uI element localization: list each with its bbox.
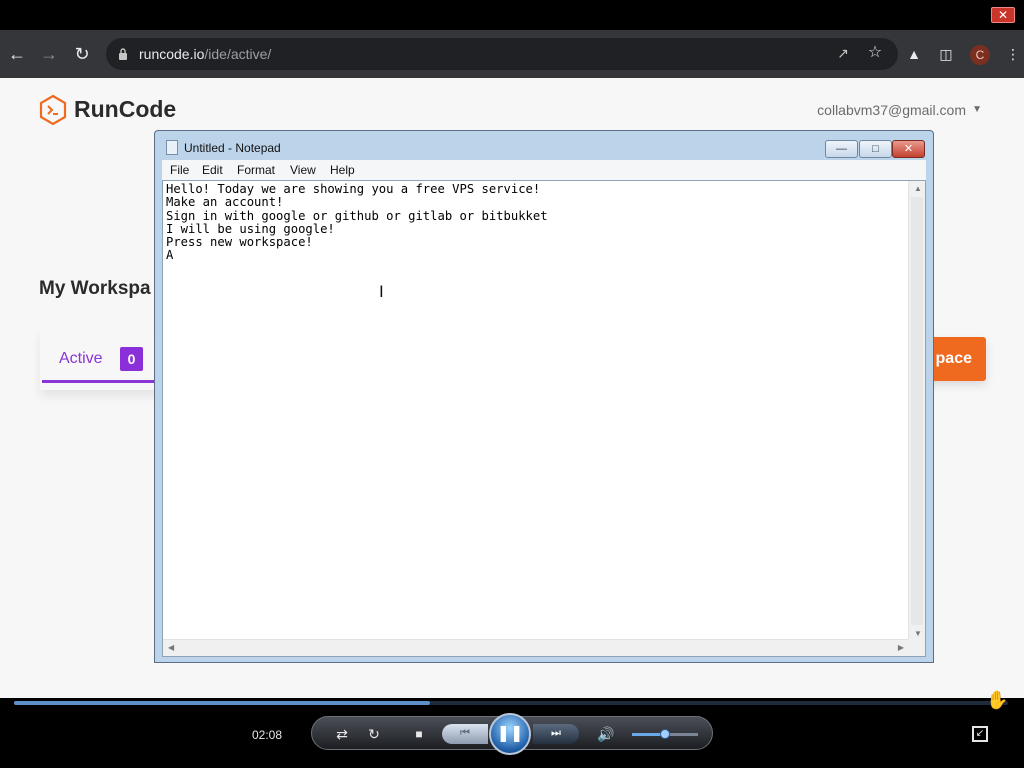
- window-title: Untitled - Notepad: [184, 141, 281, 155]
- address-bar[interactable]: runcode.io/ide/active/ ↗ ☆: [106, 38, 898, 70]
- volume-icon[interactable]: 🔊: [596, 725, 616, 743]
- volume-knob[interactable]: [660, 729, 670, 739]
- fullscreen-icon[interactable]: ↙: [972, 726, 988, 742]
- scrollbar-thumb[interactable]: [911, 197, 923, 625]
- menu-format[interactable]: Format: [237, 163, 275, 177]
- menu-bar: File Edit Format View Help: [162, 160, 926, 180]
- editor-content[interactable]: Hello! Today we are showing you a free V…: [166, 182, 548, 263]
- text-editor[interactable]: Hello! Today we are showing you a free V…: [162, 180, 926, 657]
- notepad-window[interactable]: Untitled - Notepad — □ ✕ File Edit Forma…: [154, 130, 934, 663]
- new-workspace-label: pace: [935, 350, 972, 367]
- tab-active[interactable]: Active: [59, 350, 103, 368]
- seek-bar[interactable]: [14, 701, 1008, 705]
- url-text: runcode.io/ide/active/: [139, 46, 272, 62]
- share-icon[interactable]: ↗: [834, 45, 852, 63]
- page-title: My Workspa: [39, 278, 151, 299]
- text-cursor-icon: I: [379, 282, 384, 301]
- brand-name: RunCode: [74, 96, 177, 122]
- vertical-scrollbar[interactable]: ▲ ▼: [908, 181, 925, 641]
- scroll-down-icon[interactable]: ▼: [914, 629, 922, 638]
- player-top-strip: ✕: [0, 0, 1024, 30]
- labs-icon[interactable]: ▲: [904, 44, 924, 64]
- menu-icon[interactable]: ⋮: [1003, 44, 1023, 64]
- star-icon[interactable]: ☆: [866, 44, 884, 62]
- reload-icon[interactable]: ↻: [70, 42, 94, 66]
- menu-edit[interactable]: Edit: [202, 163, 223, 177]
- shuffle-icon[interactable]: ⇄: [332, 725, 352, 743]
- media-player-bar: 02:08 ⇄ ↻ ■ ⏮ ❚❚ ⏭ 🔊 ↙: [0, 698, 1024, 768]
- scrollbar-corner: [908, 639, 925, 656]
- stop-icon[interactable]: ■: [409, 725, 429, 743]
- menu-help[interactable]: Help: [330, 163, 355, 177]
- notepad-icon: [166, 140, 178, 155]
- browser-toolbar: ← → ↻ runcode.io/ide/active/ ↗ ☆ ▲ ◫ C ⋮: [0, 30, 1024, 78]
- screen: ✕ ← → ↻ runcode.io/ide/active/ ↗ ☆ ▲ ◫ C…: [0, 0, 1024, 768]
- menu-view[interactable]: View: [290, 163, 316, 177]
- back-icon[interactable]: ←: [5, 42, 29, 66]
- minimize-button[interactable]: —: [825, 140, 858, 158]
- scroll-up-icon[interactable]: ▲: [914, 184, 922, 193]
- playback-controls: ⇄ ↻ ■ ⏮ ❚❚ ⏭ 🔊: [311, 713, 713, 755]
- player-close-button[interactable]: ✕: [991, 7, 1015, 23]
- active-count-badge: 0: [120, 347, 143, 371]
- scroll-left-icon[interactable]: ◀: [168, 643, 174, 652]
- forward-icon[interactable]: →: [37, 42, 61, 66]
- elapsed-time: 02:08: [252, 728, 283, 742]
- horizontal-scrollbar[interactable]: ◀ ▶: [163, 639, 909, 656]
- scroll-right-icon[interactable]: ▶: [898, 643, 904, 652]
- account-menu[interactable]: collabvm37@gmail.com: [817, 102, 966, 118]
- next-icon[interactable]: ⏭: [533, 724, 579, 744]
- menu-file[interactable]: File: [170, 163, 189, 177]
- pause-button[interactable]: ❚❚: [489, 713, 531, 755]
- repeat-icon[interactable]: ↻: [364, 725, 384, 743]
- tab-active-underline: [42, 380, 162, 383]
- seek-progress: [14, 701, 431, 705]
- maximize-button[interactable]: □: [859, 140, 892, 158]
- hand-cursor-icon: ✋: [986, 690, 1009, 710]
- sidepanel-icon[interactable]: ◫: [936, 44, 956, 64]
- volume-slider[interactable]: [632, 729, 698, 739]
- close-button[interactable]: ✕: [892, 140, 925, 158]
- lock-icon: [119, 48, 127, 60]
- previous-icon[interactable]: ⏮: [442, 724, 488, 744]
- runcode-logo-icon: [39, 94, 67, 126]
- profile-avatar[interactable]: C: [970, 45, 990, 65]
- chevron-down-icon[interactable]: ▼: [972, 104, 982, 115]
